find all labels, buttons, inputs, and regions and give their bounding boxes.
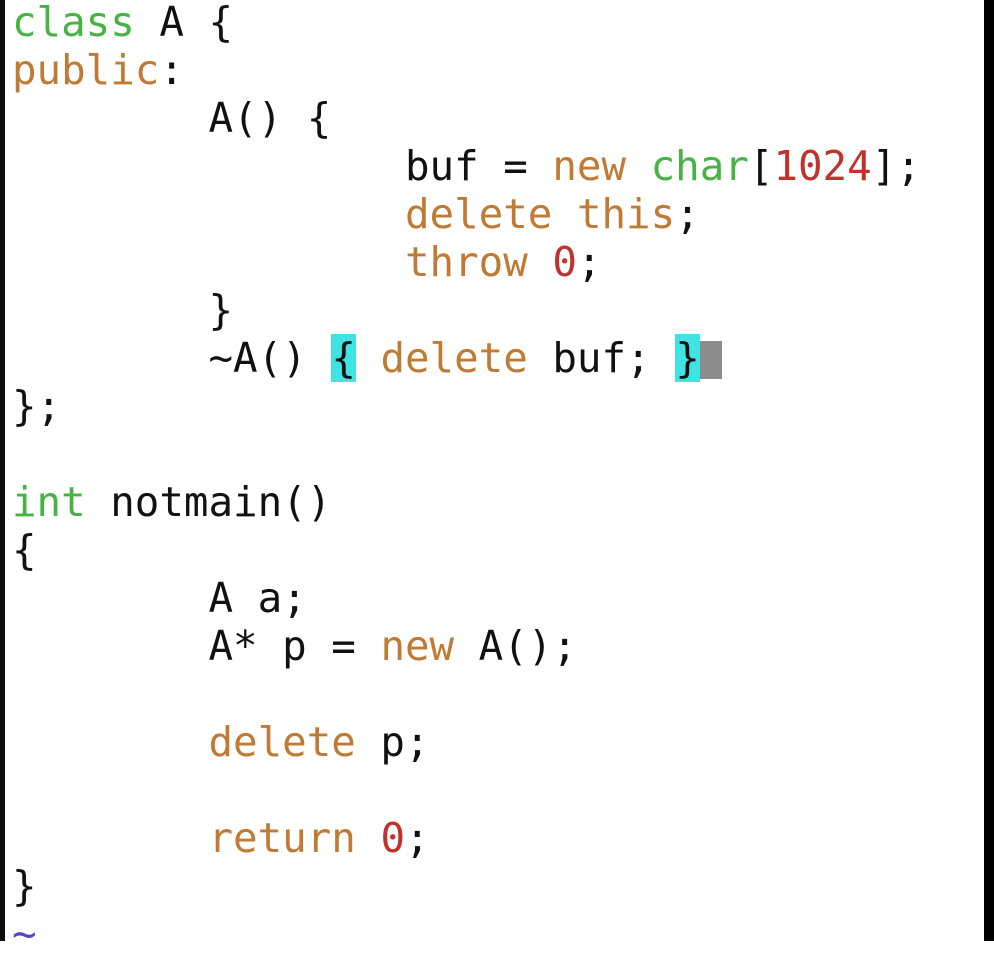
code-token: class (12, 0, 135, 46)
code-token: buf = (12, 142, 553, 190)
code-token: : (159, 46, 184, 94)
code-line[interactable]: }; (12, 382, 921, 430)
code-token: this (576, 190, 676, 238)
code-token: return (208, 814, 356, 862)
code-token: public (12, 46, 160, 94)
code-token: } (12, 286, 234, 334)
code-editor[interactable]: class A {public: A() { buf = new char[10… (12, 0, 921, 958)
code-line[interactable]: A a; (12, 574, 921, 622)
code-token: ; (405, 814, 430, 862)
code-line[interactable]: ~ (12, 910, 921, 958)
code-token: A { (134, 0, 234, 46)
code-line[interactable]: A* p = new A(); (12, 622, 921, 670)
code-line[interactable]: { (12, 526, 921, 574)
code-line[interactable]: int notmain() (12, 478, 921, 526)
code-token: A* p = (12, 622, 381, 670)
code-token: delete (380, 334, 528, 382)
window-edge-right (984, 0, 994, 941)
code-line[interactable]: delete p; (12, 718, 921, 766)
code-token: char (650, 142, 749, 190)
window-edge-left (0, 0, 5, 941)
code-token: [ (748, 142, 774, 190)
code-line[interactable]: class A { (12, 0, 921, 46)
code-line[interactable]: public: (12, 46, 921, 94)
code-token: A a; (12, 574, 307, 622)
code-token: delete (208, 718, 356, 766)
code-token: A() { (12, 94, 332, 142)
code-token: ; (675, 190, 700, 238)
code-token: 0 (380, 814, 405, 862)
code-token: new (380, 622, 455, 670)
code-line[interactable] (12, 430, 921, 478)
matched-bracket: { (331, 334, 356, 382)
code-line[interactable]: } (12, 286, 921, 334)
code-line[interactable]: throw 0; (12, 238, 921, 286)
code-token: } (12, 862, 37, 910)
empty-line-marker: ~ (12, 910, 37, 958)
code-line[interactable]: A() { (12, 94, 921, 142)
code-line[interactable]: } (12, 862, 921, 910)
text-cursor (699, 341, 722, 379)
code-line[interactable] (12, 766, 921, 814)
code-line[interactable]: ~A() { delete buf; } (12, 334, 921, 382)
code-token: A(); (454, 622, 577, 670)
code-token: ; (576, 238, 602, 286)
matched-bracket: } (675, 334, 700, 382)
code-token: new (552, 142, 627, 190)
code-token: notmain() (85, 478, 332, 526)
code-token: }; (12, 382, 62, 430)
code-line[interactable]: buf = new char[1024]; (12, 142, 921, 190)
code-line[interactable] (12, 670, 921, 718)
code-token: int (12, 478, 86, 526)
code-line[interactable]: delete this; (12, 190, 921, 238)
code-line[interactable]: return 0; (12, 814, 921, 862)
code-token: throw (405, 238, 528, 286)
code-token: p; (355, 718, 430, 766)
code-token: buf; (527, 334, 676, 382)
code-token: { (12, 526, 37, 574)
code-token: 0 (552, 238, 577, 286)
code-token: delete (405, 190, 553, 238)
code-token: ]; (871, 142, 921, 190)
code-token: ~A() (12, 334, 332, 382)
code-token: 1024 (773, 142, 872, 190)
